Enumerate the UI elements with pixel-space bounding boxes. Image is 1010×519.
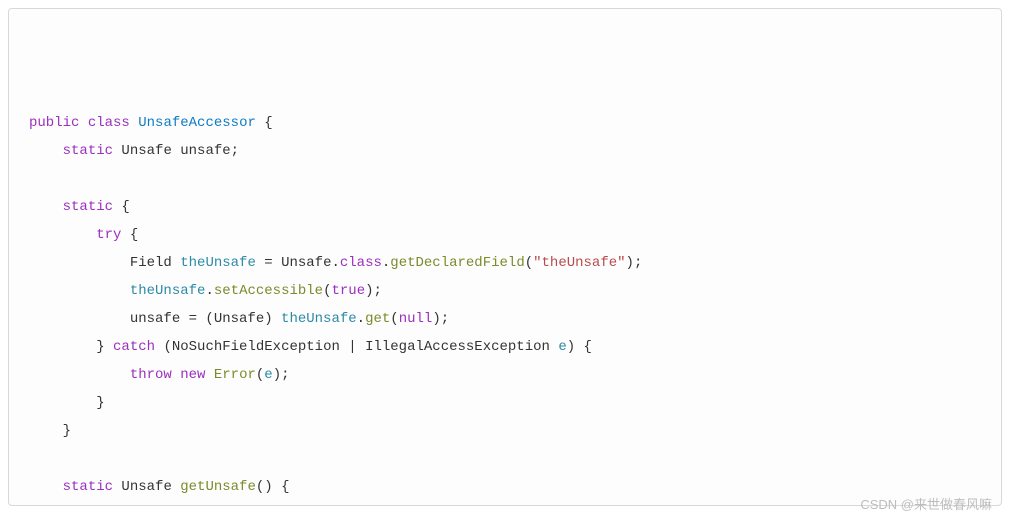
code-line: }: [29, 417, 981, 445]
code-token: theUnsafe: [130, 283, 206, 299]
code-token: throw: [130, 367, 172, 383]
code-line: public class UnsafeAccessor {: [29, 109, 981, 137]
code-token: (: [390, 311, 398, 327]
code-token: theUnsafe: [281, 311, 357, 327]
code-token: UnsafeAccessor: [138, 115, 256, 131]
code-token: {: [256, 115, 273, 131]
code-line: throw new Error(e);: [29, 361, 981, 389]
code-token: try: [96, 227, 121, 243]
code-line: Field theUnsafe = Unsafe.class.getDeclar…: [29, 249, 981, 277]
code-token: Error: [214, 367, 256, 383]
code-line: [29, 165, 981, 193]
code-token: e: [264, 367, 272, 383]
code-line: [29, 445, 981, 473]
code-token: );: [365, 283, 382, 299]
code-line: return unsafe;: [29, 501, 981, 506]
code-token: }: [96, 395, 104, 411]
code-token: }: [63, 423, 71, 439]
code-token: public: [29, 115, 79, 131]
code-token: get: [365, 311, 390, 327]
code-token: "theUnsafe": [533, 255, 625, 271]
code-token: theUnsafe: [180, 255, 256, 271]
code-token: e: [558, 339, 566, 355]
code-token: () {: [256, 479, 290, 495]
code-line: }: [29, 389, 981, 417]
code-line: } catch (NoSuchFieldException | IllegalA…: [29, 333, 981, 361]
code-token: );: [273, 367, 290, 383]
code-token: {: [113, 199, 130, 215]
code-block: public class UnsafeAccessor { static Uns…: [8, 8, 1002, 506]
code-line: theUnsafe.setAccessible(true);: [29, 277, 981, 305]
code-token: true: [331, 283, 365, 299]
code-token: );: [626, 255, 643, 271]
code-line: try {: [29, 221, 981, 249]
code-line: static Unsafe unsafe;: [29, 137, 981, 165]
code-token: ) {: [567, 339, 592, 355]
code-token: class: [340, 255, 382, 271]
code-token: class: [88, 115, 130, 131]
code-token: static: [63, 479, 113, 495]
code-token: getUnsafe: [180, 479, 256, 495]
code-token: setAccessible: [214, 283, 323, 299]
code-token: null: [399, 311, 433, 327]
code-line: unsafe = (Unsafe) theUnsafe.get(null);: [29, 305, 981, 333]
code-line: static Unsafe getUnsafe() {: [29, 473, 981, 501]
code-token: }: [96, 339, 113, 355]
code-token: {: [121, 227, 138, 243]
code-token: static: [63, 143, 113, 159]
code-token: );: [432, 311, 449, 327]
code-line: static {: [29, 193, 981, 221]
code-token: getDeclaredField: [390, 255, 524, 271]
code-container: public class UnsafeAccessor { static Uns…: [29, 109, 981, 506]
code-token: static: [63, 199, 113, 215]
code-token: catch: [113, 339, 155, 355]
footer-credit: CSDN @来世做春风嘛: [860, 494, 992, 513]
code-token: (: [525, 255, 533, 271]
code-token: new: [180, 367, 205, 383]
